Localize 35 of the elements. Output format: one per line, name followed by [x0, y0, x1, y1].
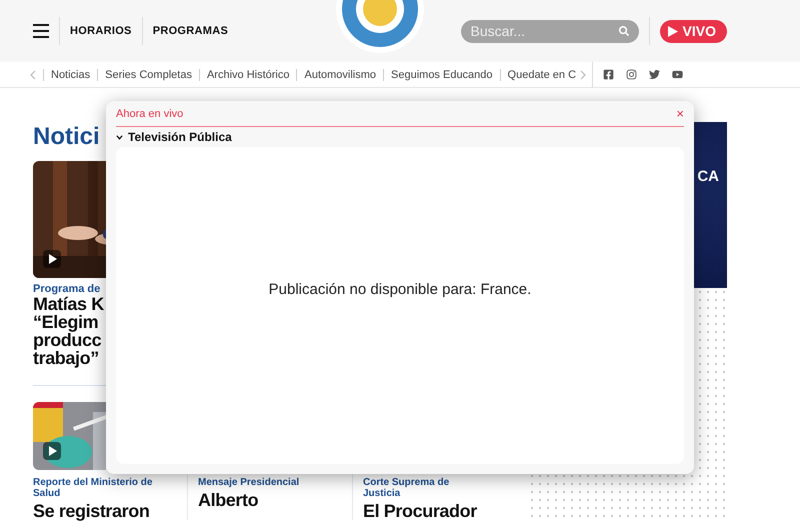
play-icon: [668, 26, 678, 36]
article-title[interactable]: Alberto: [198, 491, 258, 509]
play-icon: [43, 250, 61, 268]
instagram-icon[interactable]: [626, 69, 638, 80]
category-link[interactable]: Quedate en C: [508, 68, 576, 80]
youtube-icon[interactable]: [672, 69, 684, 80]
twitter-icon[interactable]: [649, 69, 660, 80]
article-title[interactable]: Se registraron: [33, 502, 150, 520]
category-link[interactable]: Noticias: [51, 68, 90, 80]
article-category[interactable]: Reporte del Ministerio de Salud: [33, 477, 153, 499]
unavailable-message: Publicación no disponible para: France.: [268, 281, 532, 298]
close-button[interactable]: ×: [676, 106, 684, 121]
category-link[interactable]: Series Completas: [105, 68, 192, 80]
nav-link[interactable]: HORARIOS: [70, 25, 132, 37]
article-category[interactable]: Mensaje Presidencial: [198, 477, 318, 488]
facebook-icon[interactable]: [603, 69, 614, 80]
play-icon: [43, 442, 61, 460]
channel-toggle[interactable]: Televisión Pública: [116, 127, 232, 147]
nav-link[interactable]: PROGRAMAS: [152, 25, 228, 37]
article-title[interactable]: El Procurador: [363, 502, 477, 520]
category-link[interactable]: Archivo Histórico: [206, 68, 290, 80]
category-link[interactable]: Automovilismo: [304, 68, 376, 80]
search-field[interactable]: Buscar...: [460, 20, 639, 42]
category-link[interactable]: Seguimos Educando: [391, 68, 493, 80]
live-button[interactable]: VIVO: [660, 20, 727, 42]
article-title[interactable]: producc: [33, 331, 102, 349]
article-title[interactable]: trabajo”: [33, 349, 99, 367]
banner-text: CA: [697, 168, 719, 187]
article-title[interactable]: Matías K: [33, 295, 104, 313]
article-category[interactable]: Corte Suprema de Justicia: [363, 477, 483, 499]
dialog-title: Ahora en vivo: [116, 108, 184, 120]
article-title[interactable]: “Elegim: [33, 313, 98, 331]
caret-icon: [116, 134, 123, 140]
menu-icon[interactable]: [33, 24, 49, 38]
section-title: Notici: [33, 122, 100, 152]
